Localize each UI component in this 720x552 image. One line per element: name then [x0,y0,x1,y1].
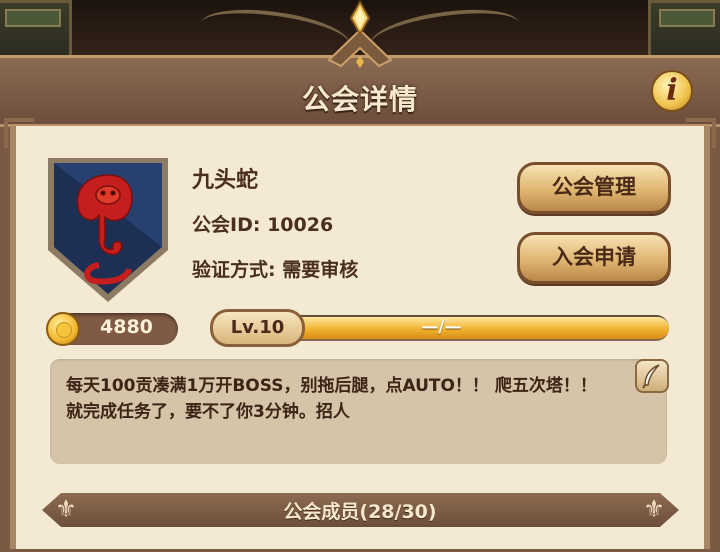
quill-pen-icon [642,364,660,389]
guild-id-value: 10026 [267,214,334,236]
right-pillar-decoration [648,0,720,62]
edit-notice-button[interactable] [635,359,669,393]
coin-icon [46,312,80,346]
guild-funds-value: 4880 [100,316,153,338]
panel-corner-right [686,118,716,148]
members-section-title: 公会成员(28/30) [283,501,437,523]
guild-id-row: 公会ID: 10026 [192,210,333,237]
join-requests-button[interactable]: 入会申请 [517,232,671,284]
verify-method-row: 验证方式: 需要审核 [192,255,358,282]
guild-shield-emblem [48,158,168,302]
guild-id-label: 公会ID: [192,214,261,236]
crest-gem-icon [327,0,393,68]
verify-method-label: 验证方式: [192,259,276,281]
guild-notice-box: 每天100贡凑满1万开BOSS，别拖后腿，点AUTO！！ 爬五次塔！！就完成任务… [50,359,667,464]
guild-name: 九头蛇 [192,168,259,193]
guild-notice-text: 每天100贡凑满1万开BOSS，别拖后腿，点AUTO！！ 爬五次塔！！就完成任务… [66,376,597,422]
panel-corner-left [4,118,34,148]
level-badge: Lv.10 [210,309,305,347]
verify-method-value: 需要审核 [282,259,359,281]
info-button[interactable]: i [651,70,693,112]
guild-manage-button[interactable]: 公会管理 [517,162,671,214]
page-title: 公会详情 [301,83,418,116]
left-pillar-decoration [0,0,72,62]
